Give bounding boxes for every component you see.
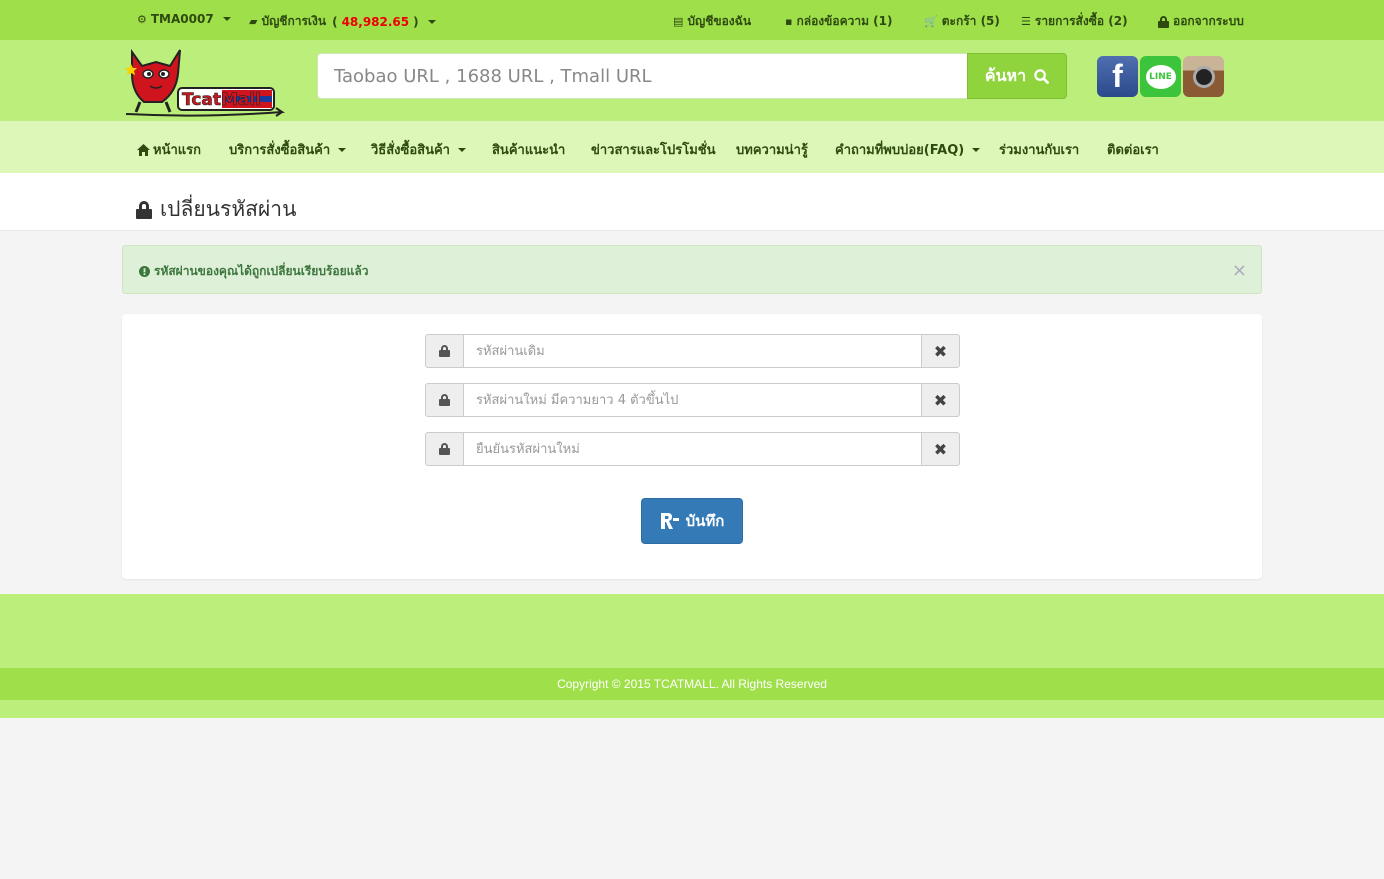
nav-item-articles[interactable]: บทความน่ารู้	[736, 139, 808, 160]
save-icon	[660, 513, 679, 529]
alert-text: รหัสผ่านของคุณได้ถูกเปลี่ยนเรียบร้อยแล้ว	[154, 264, 369, 278]
logo-text: TcatMall	[182, 90, 261, 110]
search-input[interactable]	[317, 53, 967, 99]
new-password-input[interactable]	[464, 383, 921, 417]
my-account-label: บัญชีของฉัน	[687, 14, 752, 28]
wallet-amount: 48,982.65	[341, 14, 410, 29]
copyright-text: Copyright © 2015 TCATMALL. All Rights Re…	[557, 677, 827, 691]
save-button-label: บันทึก	[685, 512, 725, 530]
confirm-password-group: ✖	[425, 432, 960, 466]
title-bar: เปลี่ยนรหัสผ่าน	[0, 173, 1384, 231]
old-password-group: ✖	[425, 334, 960, 368]
page-title-text: เปลี่ยนรหัสผ่าน	[160, 197, 297, 221]
chevron-down-icon	[457, 147, 466, 152]
gear-icon: ⚙	[137, 12, 147, 26]
close-icon[interactable]: ✖	[921, 432, 960, 466]
line-icon[interactable]: LINE	[1140, 56, 1181, 97]
wallet-paren-open: (	[332, 14, 338, 29]
nav-item-order-service[interactable]: บริการสั่งซื้อสินค้า	[229, 139, 347, 160]
close-icon[interactable]: ×	[1232, 260, 1247, 281]
list-icon: ☰	[1021, 15, 1031, 28]
lock-icon	[425, 432, 464, 466]
nav-item-how-to-order[interactable]: วิธีสั่งซื้อสินค้า	[371, 139, 466, 160]
nav-item-label: สินค้าแนะนำ	[492, 143, 566, 158]
nav-item-label: คำถามที่พบบ่อย(FAQ)	[835, 143, 965, 158]
cart-icon: 🛒	[924, 15, 938, 28]
logout-label: ออกจากระบบ	[1173, 14, 1244, 28]
my-account-link[interactable]: ▤ บัญชีของฉัน	[673, 12, 751, 31]
wallet-menu[interactable]: ▰ บัญชีการเงิน (48,982.65)	[249, 12, 436, 31]
change-password-panel: ✖ ✖ ✖ บันทึก	[122, 314, 1262, 579]
save-button[interactable]: บันทึก	[641, 498, 743, 544]
cart-link[interactable]: 🛒 ตะกร้า (5)	[924, 12, 1000, 31]
search-bar: ค้นหา	[317, 53, 1067, 99]
page-title: เปลี่ยนรหัสผ่าน	[136, 193, 296, 226]
footer-top	[0, 594, 1384, 668]
chevron-down-icon	[222, 17, 231, 21]
nav-item-careers[interactable]: ร่วมงานกับเรา	[999, 139, 1079, 160]
orders-link[interactable]: ☰ รายการสั่งซื้อ (2)	[1021, 12, 1128, 31]
chevron-down-icon	[338, 147, 347, 152]
search-icon	[1034, 68, 1049, 84]
logout-link[interactable]: ออกจากระบบ	[1158, 12, 1244, 31]
footer-bar: Copyright © 2015 TCATMALL. All Rights Re…	[0, 668, 1384, 700]
lock-icon	[1158, 15, 1169, 28]
lock-icon	[136, 200, 152, 219]
orders-label: รายการสั่งซื้อ (2)	[1034, 14, 1128, 28]
home-icon	[137, 143, 150, 156]
close-icon[interactable]: ✖	[921, 383, 960, 417]
comment-icon: ▪	[785, 15, 793, 28]
nav-item-home[interactable]: หน้าแรก	[137, 139, 201, 160]
list-alt-icon: ▤	[673, 15, 684, 28]
nav-item-recommended[interactable]: สินค้าแนะนำ	[492, 139, 565, 160]
new-password-group: ✖	[425, 383, 960, 417]
facebook-icon[interactable]: f	[1097, 56, 1138, 97]
wallet-label: บัญชีการเงิน	[261, 14, 327, 28]
search-button-label: ค้นหา	[984, 65, 1027, 85]
nav-item-label: ร่วมงานกับเรา	[999, 143, 1080, 158]
chevron-down-icon	[427, 19, 436, 24]
user-id: TMA0007	[150, 12, 214, 26]
alert-message: รหัสผ่านของคุณได้ถูกเปลี่ยนเรียบร้อยแล้ว	[139, 262, 368, 281]
chevron-down-icon	[972, 147, 981, 152]
header: TcatMall ค้นหา f LINE	[0, 40, 1384, 121]
nav-item-label: ติดต่อเรา	[1107, 143, 1159, 158]
lock-icon	[425, 383, 464, 417]
nav-item-label: ข่าวสารและโปรโมชั่น	[591, 143, 716, 158]
nav-item-contact[interactable]: ติดต่อเรา	[1107, 139, 1159, 160]
wallet-paren-close: )	[413, 14, 419, 29]
exclamation-circle-icon	[139, 266, 150, 277]
instagram-icon[interactable]	[1183, 56, 1224, 97]
cart-label: ตะกร้า (5)	[941, 14, 1000, 28]
site-logo[interactable]: TcatMall	[122, 44, 287, 118]
success-alert: รหัสผ่านของคุณได้ถูกเปลี่ยนเรียบร้อยแล้ว…	[122, 245, 1262, 294]
search-button[interactable]: ค้นหา	[967, 53, 1067, 99]
old-password-input[interactable]	[464, 334, 921, 368]
messages-link[interactable]: ▪ กล่องข้อความ (1)	[785, 12, 892, 31]
nav-item-label: บริการสั่งซื้อสินค้า	[229, 143, 331, 158]
user-menu[interactable]: ⚙ TMA0007	[137, 12, 231, 26]
confirm-password-input[interactable]	[464, 432, 921, 466]
nav-item-label: วิธีสั่งซื้อสินค้า	[371, 143, 450, 158]
nav-item-label: หน้าแรก	[153, 143, 201, 158]
close-icon[interactable]: ✖	[921, 334, 960, 368]
nav-item-news[interactable]: ข่าวสารและโปรโมชั่น	[591, 139, 716, 160]
footer-bottom	[0, 700, 1384, 718]
main-nav: หน้าแรก บริการสั่งซื้อสินค้า วิธีสั่งซื้…	[0, 121, 1384, 173]
nav-item-label: บทความน่ารู้	[736, 143, 808, 158]
wallet-icon: ▰	[249, 15, 258, 28]
messages-label: กล่องข้อความ (1)	[796, 14, 893, 28]
top-bar: ⚙ TMA0007 ▰ บัญชีการเงิน (48,982.65) ▤ บ…	[0, 0, 1384, 40]
nav-item-faq[interactable]: คำถามที่พบบ่อย(FAQ)	[835, 139, 981, 160]
lock-icon	[425, 334, 464, 368]
